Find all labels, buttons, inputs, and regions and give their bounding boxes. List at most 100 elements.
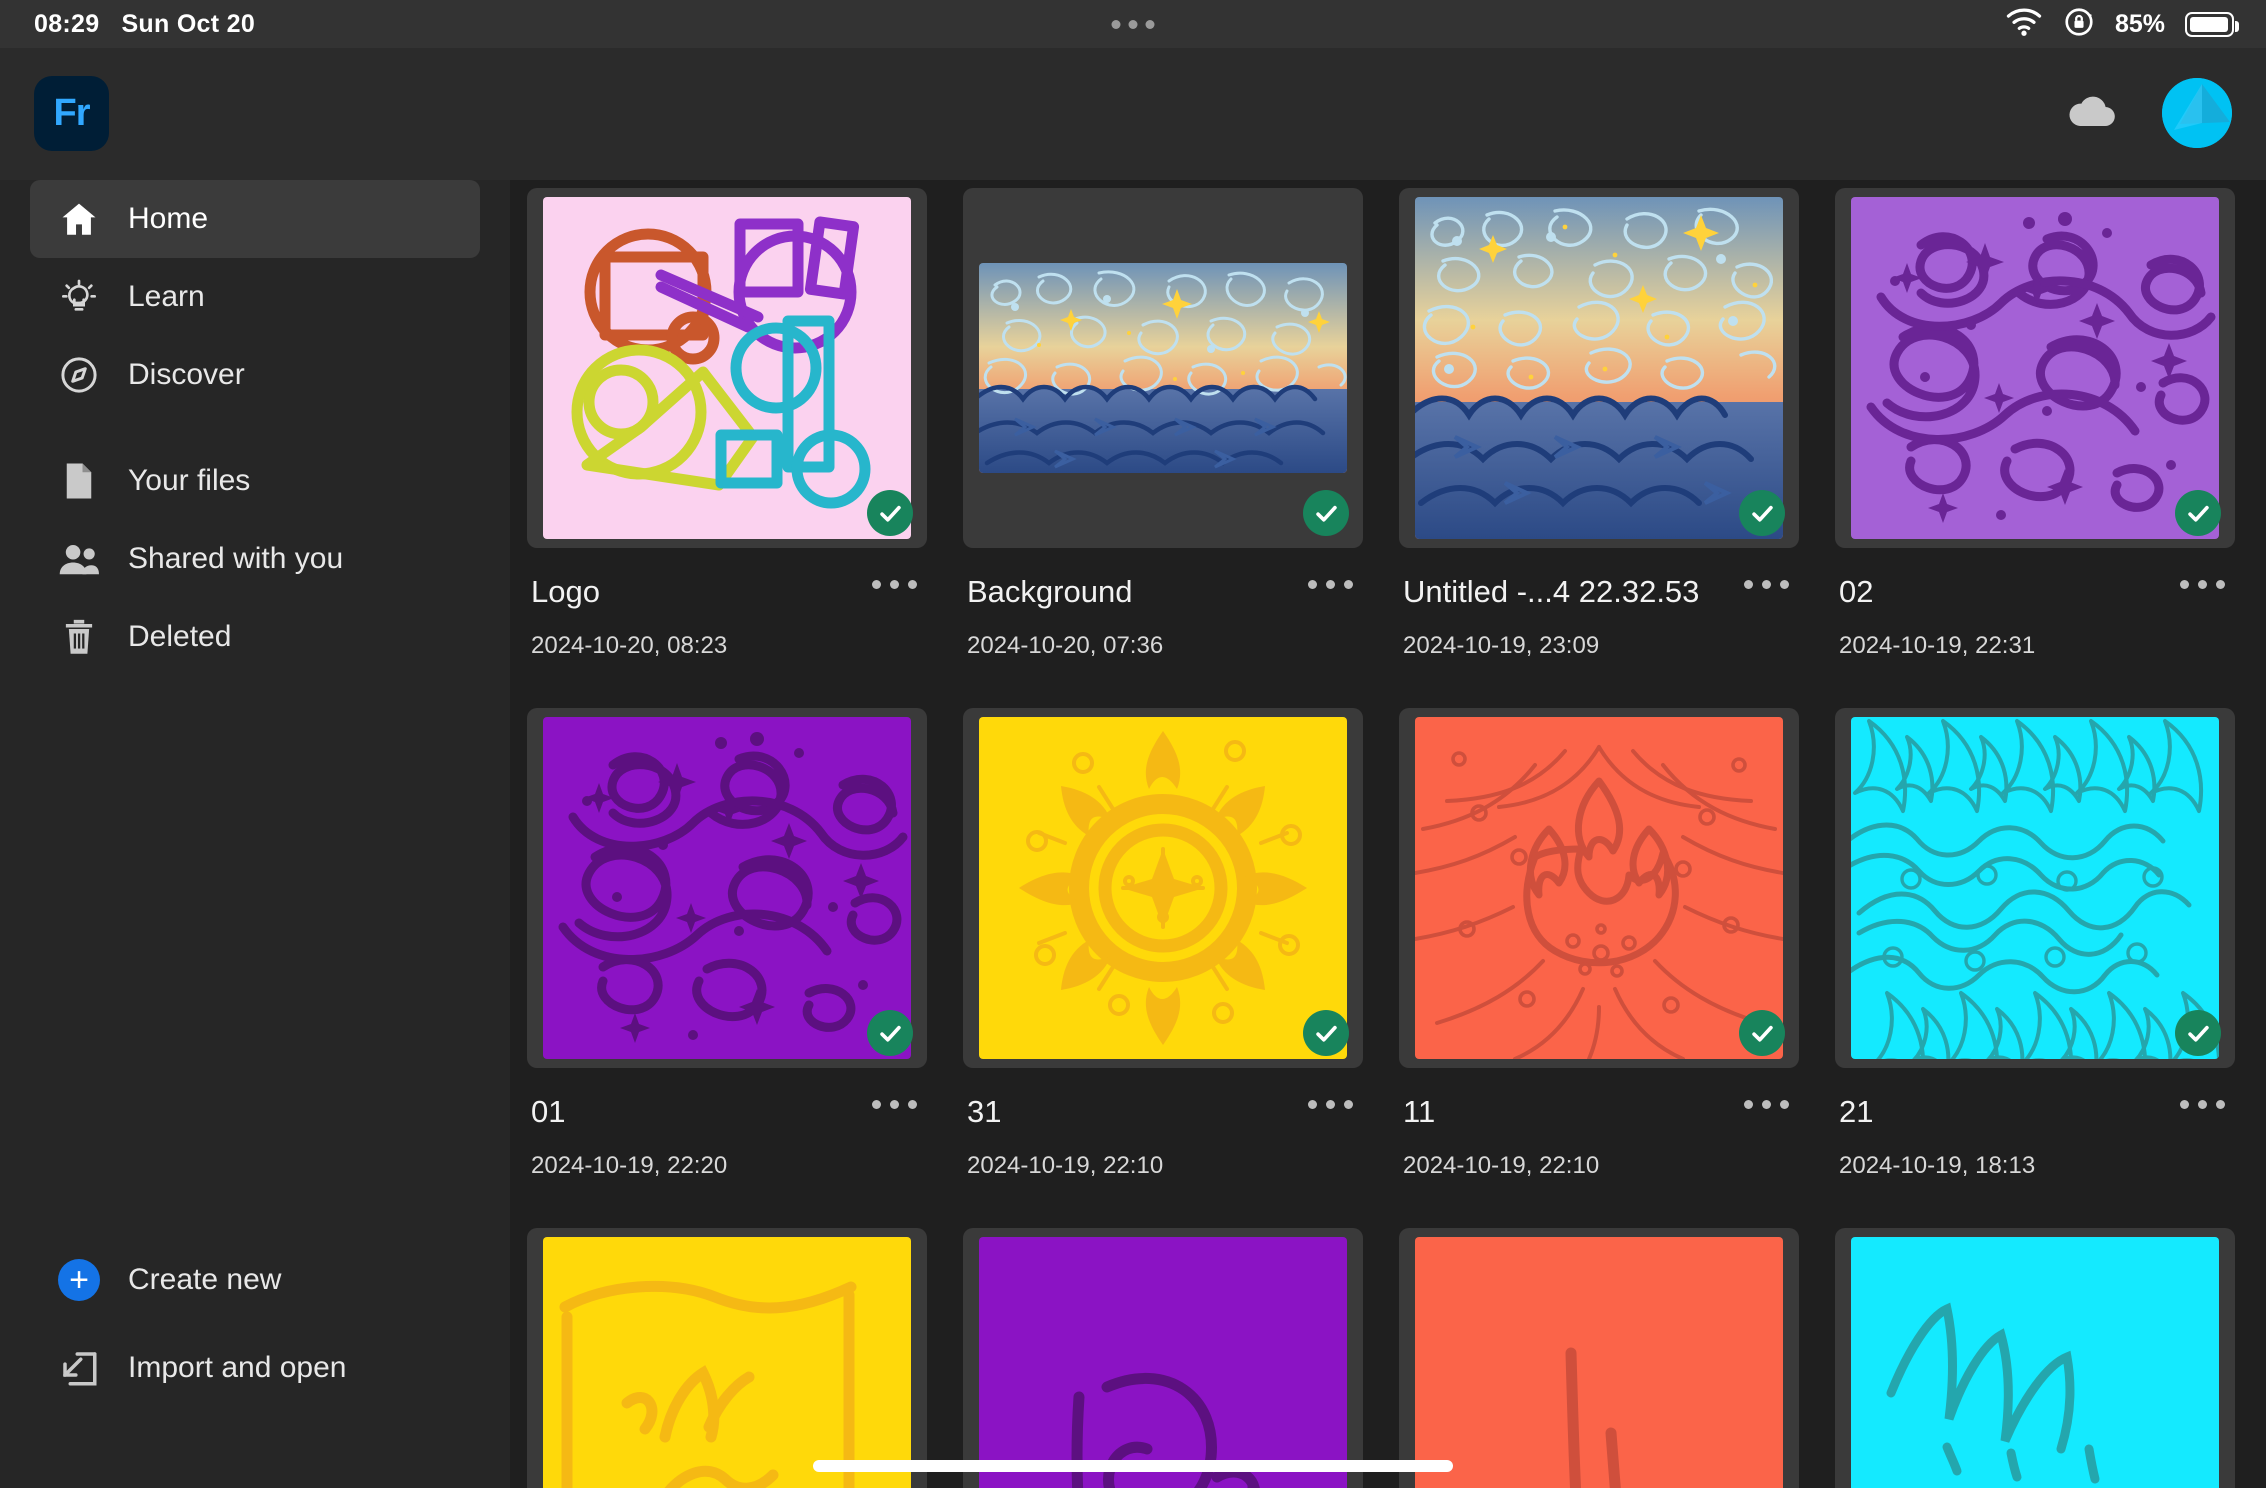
- more-options-icon[interactable]: [872, 1100, 917, 1109]
- sidebar-item-label: Shared with you: [128, 542, 344, 575]
- file-thumbnail[interactable]: [1399, 708, 1799, 1068]
- files-grid-area[interactable]: Logo 2024-10-20, 08:23 Background 2024-1…: [510, 180, 2266, 1488]
- file-title: Untitled -...4 22.32.53: [1403, 574, 1700, 609]
- file-card[interactable]: 02 2024-10-19, 22:31: [1835, 188, 2235, 708]
- file-thumbnail[interactable]: [527, 708, 927, 1068]
- file-card[interactable]: [963, 1228, 1363, 1488]
- sidebar-item-deleted[interactable]: Deleted: [30, 598, 480, 676]
- status-bar-left: 08:29 Sun Oct 20: [34, 10, 255, 39]
- sidebar-item-home[interactable]: Home: [30, 180, 480, 258]
- sidebar-item-label: Create new: [128, 1263, 282, 1296]
- document-icon: [56, 458, 102, 504]
- app-header-actions: [2066, 78, 2232, 148]
- file-card[interactable]: Background 2024-10-20, 07:36: [963, 188, 1363, 708]
- sidebar-item-discover[interactable]: Discover: [30, 336, 480, 414]
- more-options-icon[interactable]: [1308, 1100, 1353, 1109]
- file-date: 2024-10-19, 22:31: [1839, 632, 2036, 659]
- file-title: 31: [967, 1094, 1002, 1129]
- artwork-scribble-red: [1415, 1237, 1783, 1488]
- selected-check-badge: [867, 1010, 913, 1056]
- more-options-icon[interactable]: [1744, 580, 1789, 589]
- file-date: 2024-10-19, 22:10: [967, 1152, 1164, 1179]
- rotation-lock-icon: [2063, 6, 2095, 43]
- file-meta: 31 2024-10-19, 22:10: [963, 1068, 1363, 1228]
- more-options-icon[interactable]: [1744, 1100, 1789, 1109]
- file-thumbnail[interactable]: [963, 188, 1363, 548]
- selected-check-badge: [1739, 1010, 1785, 1056]
- file-meta: Background 2024-10-20, 07:36: [963, 548, 1363, 708]
- sidebar-item-learn[interactable]: Learn: [30, 258, 480, 336]
- sidebar-item-label: Learn: [128, 280, 205, 313]
- file-thumbnail[interactable]: [1399, 1228, 1799, 1488]
- file-card[interactable]: [1835, 1228, 2235, 1488]
- file-date: 2024-10-19, 22:10: [1403, 1152, 1600, 1179]
- file-date: 2024-10-20, 08:23: [531, 632, 728, 659]
- create-new-button[interactable]: + Create new: [30, 1236, 480, 1324]
- artwork-seascape: [979, 263, 1347, 473]
- file-card[interactable]: Logo 2024-10-20, 08:23: [527, 188, 927, 708]
- selected-check-badge: [1739, 490, 1785, 536]
- plus-circle-icon: +: [56, 1257, 102, 1303]
- file-meta: Logo 2024-10-20, 08:23: [527, 548, 927, 708]
- file-thumbnail[interactable]: [527, 188, 927, 548]
- sidebar-item-label: Discover: [128, 358, 245, 391]
- fresco-logo[interactable]: Fr: [34, 76, 109, 151]
- artwork-waves-cyan: [1851, 717, 2219, 1059]
- file-card[interactable]: 01 2024-10-19, 22:20: [527, 708, 927, 1228]
- file-thumbnail[interactable]: [1399, 188, 1799, 548]
- artwork-scribble-yellow: [543, 1237, 911, 1488]
- selected-check-badge: [2175, 1010, 2221, 1056]
- sidebar-bottom-actions: + Create new Import and open: [0, 1236, 510, 1412]
- more-options-icon[interactable]: [2180, 580, 2225, 589]
- file-thumbnail[interactable]: [963, 1228, 1363, 1488]
- app-header: Fr: [0, 48, 2266, 180]
- file-thumbnail[interactable]: [1835, 708, 2235, 1068]
- status-bar-right: 85%: [2005, 6, 2239, 43]
- file-title: Background: [967, 574, 1133, 609]
- sidebar: Home Learn Discover Your files Shared wi…: [0, 180, 510, 1488]
- selected-check-badge: [867, 490, 913, 536]
- file-card[interactable]: Untitled -...4 22.32.53 2024-10-19, 23:0…: [1399, 188, 1799, 708]
- file-date: 2024-10-19, 22:20: [531, 1152, 728, 1179]
- file-date: 2024-10-19, 18:13: [1839, 1152, 2036, 1179]
- import-and-open-button[interactable]: Import and open: [30, 1324, 480, 1412]
- wifi-icon: [2005, 8, 2043, 41]
- file-thumbnail[interactable]: [1835, 188, 2235, 548]
- file-thumbnail[interactable]: [1835, 1228, 2235, 1488]
- file-thumbnail[interactable]: [527, 1228, 927, 1488]
- file-title: 11: [1403, 1094, 1436, 1129]
- artwork-seascape: [1415, 197, 1783, 539]
- handle-dot: [1128, 19, 1138, 29]
- more-options-icon[interactable]: [872, 580, 917, 589]
- cloud-icon[interactable]: [2066, 95, 2118, 131]
- file-card[interactable]: [527, 1228, 927, 1488]
- handle-dot: [1111, 19, 1121, 29]
- artwork-flame-red: [1415, 717, 1783, 1059]
- file-card[interactable]: 31 2024-10-19, 22:10: [963, 708, 1363, 1228]
- sidebar-item-your-files[interactable]: Your files: [30, 442, 480, 520]
- selected-check-badge: [1303, 1010, 1349, 1056]
- file-card[interactable]: [1399, 1228, 1799, 1488]
- file-meta: 11 2024-10-19, 22:10: [1399, 1068, 1799, 1228]
- avatar[interactable]: [2162, 78, 2232, 148]
- file-thumbnail[interactable]: [963, 708, 1363, 1068]
- sidebar-item-label: Import and open: [128, 1351, 347, 1384]
- trash-icon: [56, 614, 102, 660]
- file-title: Logo: [531, 574, 600, 609]
- sidebar-item-shared-with-you[interactable]: Shared with you: [30, 520, 480, 598]
- file-card[interactable]: 11 2024-10-19, 22:10: [1399, 708, 1799, 1228]
- file-card[interactable]: 21 2024-10-19, 18:13: [1835, 708, 2235, 1228]
- people-icon: [56, 536, 102, 582]
- battery-icon: [2185, 11, 2239, 37]
- sidebar-item-label: Home: [128, 202, 209, 235]
- more-options-icon[interactable]: [2180, 1100, 2225, 1109]
- selected-check-badge: [2175, 490, 2221, 536]
- selected-check-badge: [1303, 490, 1349, 536]
- file-title: 02: [1839, 574, 1874, 609]
- more-options-icon[interactable]: [1308, 580, 1353, 589]
- artwork-scribble-purple: [979, 1237, 1347, 1488]
- multitask-handle[interactable]: [1111, 19, 1155, 29]
- artwork-swirls-lavender: [1851, 197, 2219, 539]
- file-meta: Untitled -...4 22.32.53 2024-10-19, 23:0…: [1399, 548, 1799, 708]
- status-time: 08:29: [34, 9, 100, 38]
